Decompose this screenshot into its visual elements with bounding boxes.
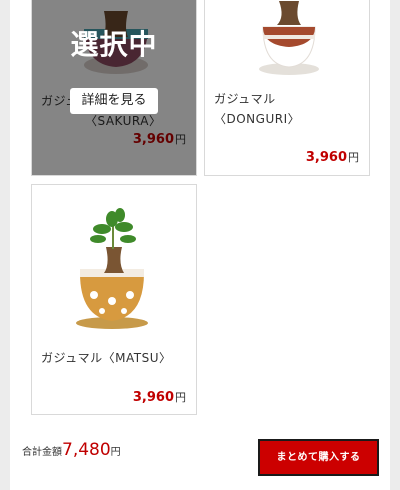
selected-label: 選択中 — [70, 28, 158, 61]
product-price-donguri: 3,960円 — [306, 149, 359, 165]
total-currency: 円 — [110, 447, 121, 458]
price-currency: 円 — [348, 151, 359, 164]
product-panel: ガジュマル〈SAKURA〉 3,960円 選択中 詳細を見る ガジュマル 〈DO… — [10, 0, 390, 490]
product-name-line2: 〈DONGURI〉 — [214, 112, 301, 126]
selected-overlay: 選択中 詳細を見る — [32, 0, 196, 175]
order-total: 合計金額7,480円 — [22, 440, 121, 460]
product-card-donguri[interactable]: ガジュマル 〈DONGURI〉 3,960円 — [204, 0, 370, 176]
product-name-line1: ガジュマル — [214, 92, 276, 106]
view-details-button[interactable]: 詳細を見る — [70, 88, 158, 114]
product-card-sakura[interactable]: ガジュマル〈SAKURA〉 3,960円 選択中 詳細を見る — [31, 0, 197, 176]
buy-together-button[interactable]: まとめて購入する — [258, 439, 379, 476]
total-label: 合計金額 — [22, 447, 62, 458]
product-card-matsu[interactable]: ガジュマル〈MATSU〉 3,960円 — [31, 184, 197, 415]
product-name-donguri: ガジュマル 〈DONGURI〉 — [214, 89, 300, 129]
product-image-donguri — [205, 0, 369, 81]
product-price-matsu: 3,960円 — [133, 389, 186, 405]
product-name-matsu: ガジュマル〈MATSU〉 — [41, 351, 172, 365]
product-image-matsu — [32, 185, 196, 335]
price-currency: 円 — [175, 391, 186, 404]
price-value: 3,960 — [132, 390, 174, 405]
price-value: 3,960 — [305, 150, 347, 165]
total-value: 7,480 — [62, 440, 111, 460]
